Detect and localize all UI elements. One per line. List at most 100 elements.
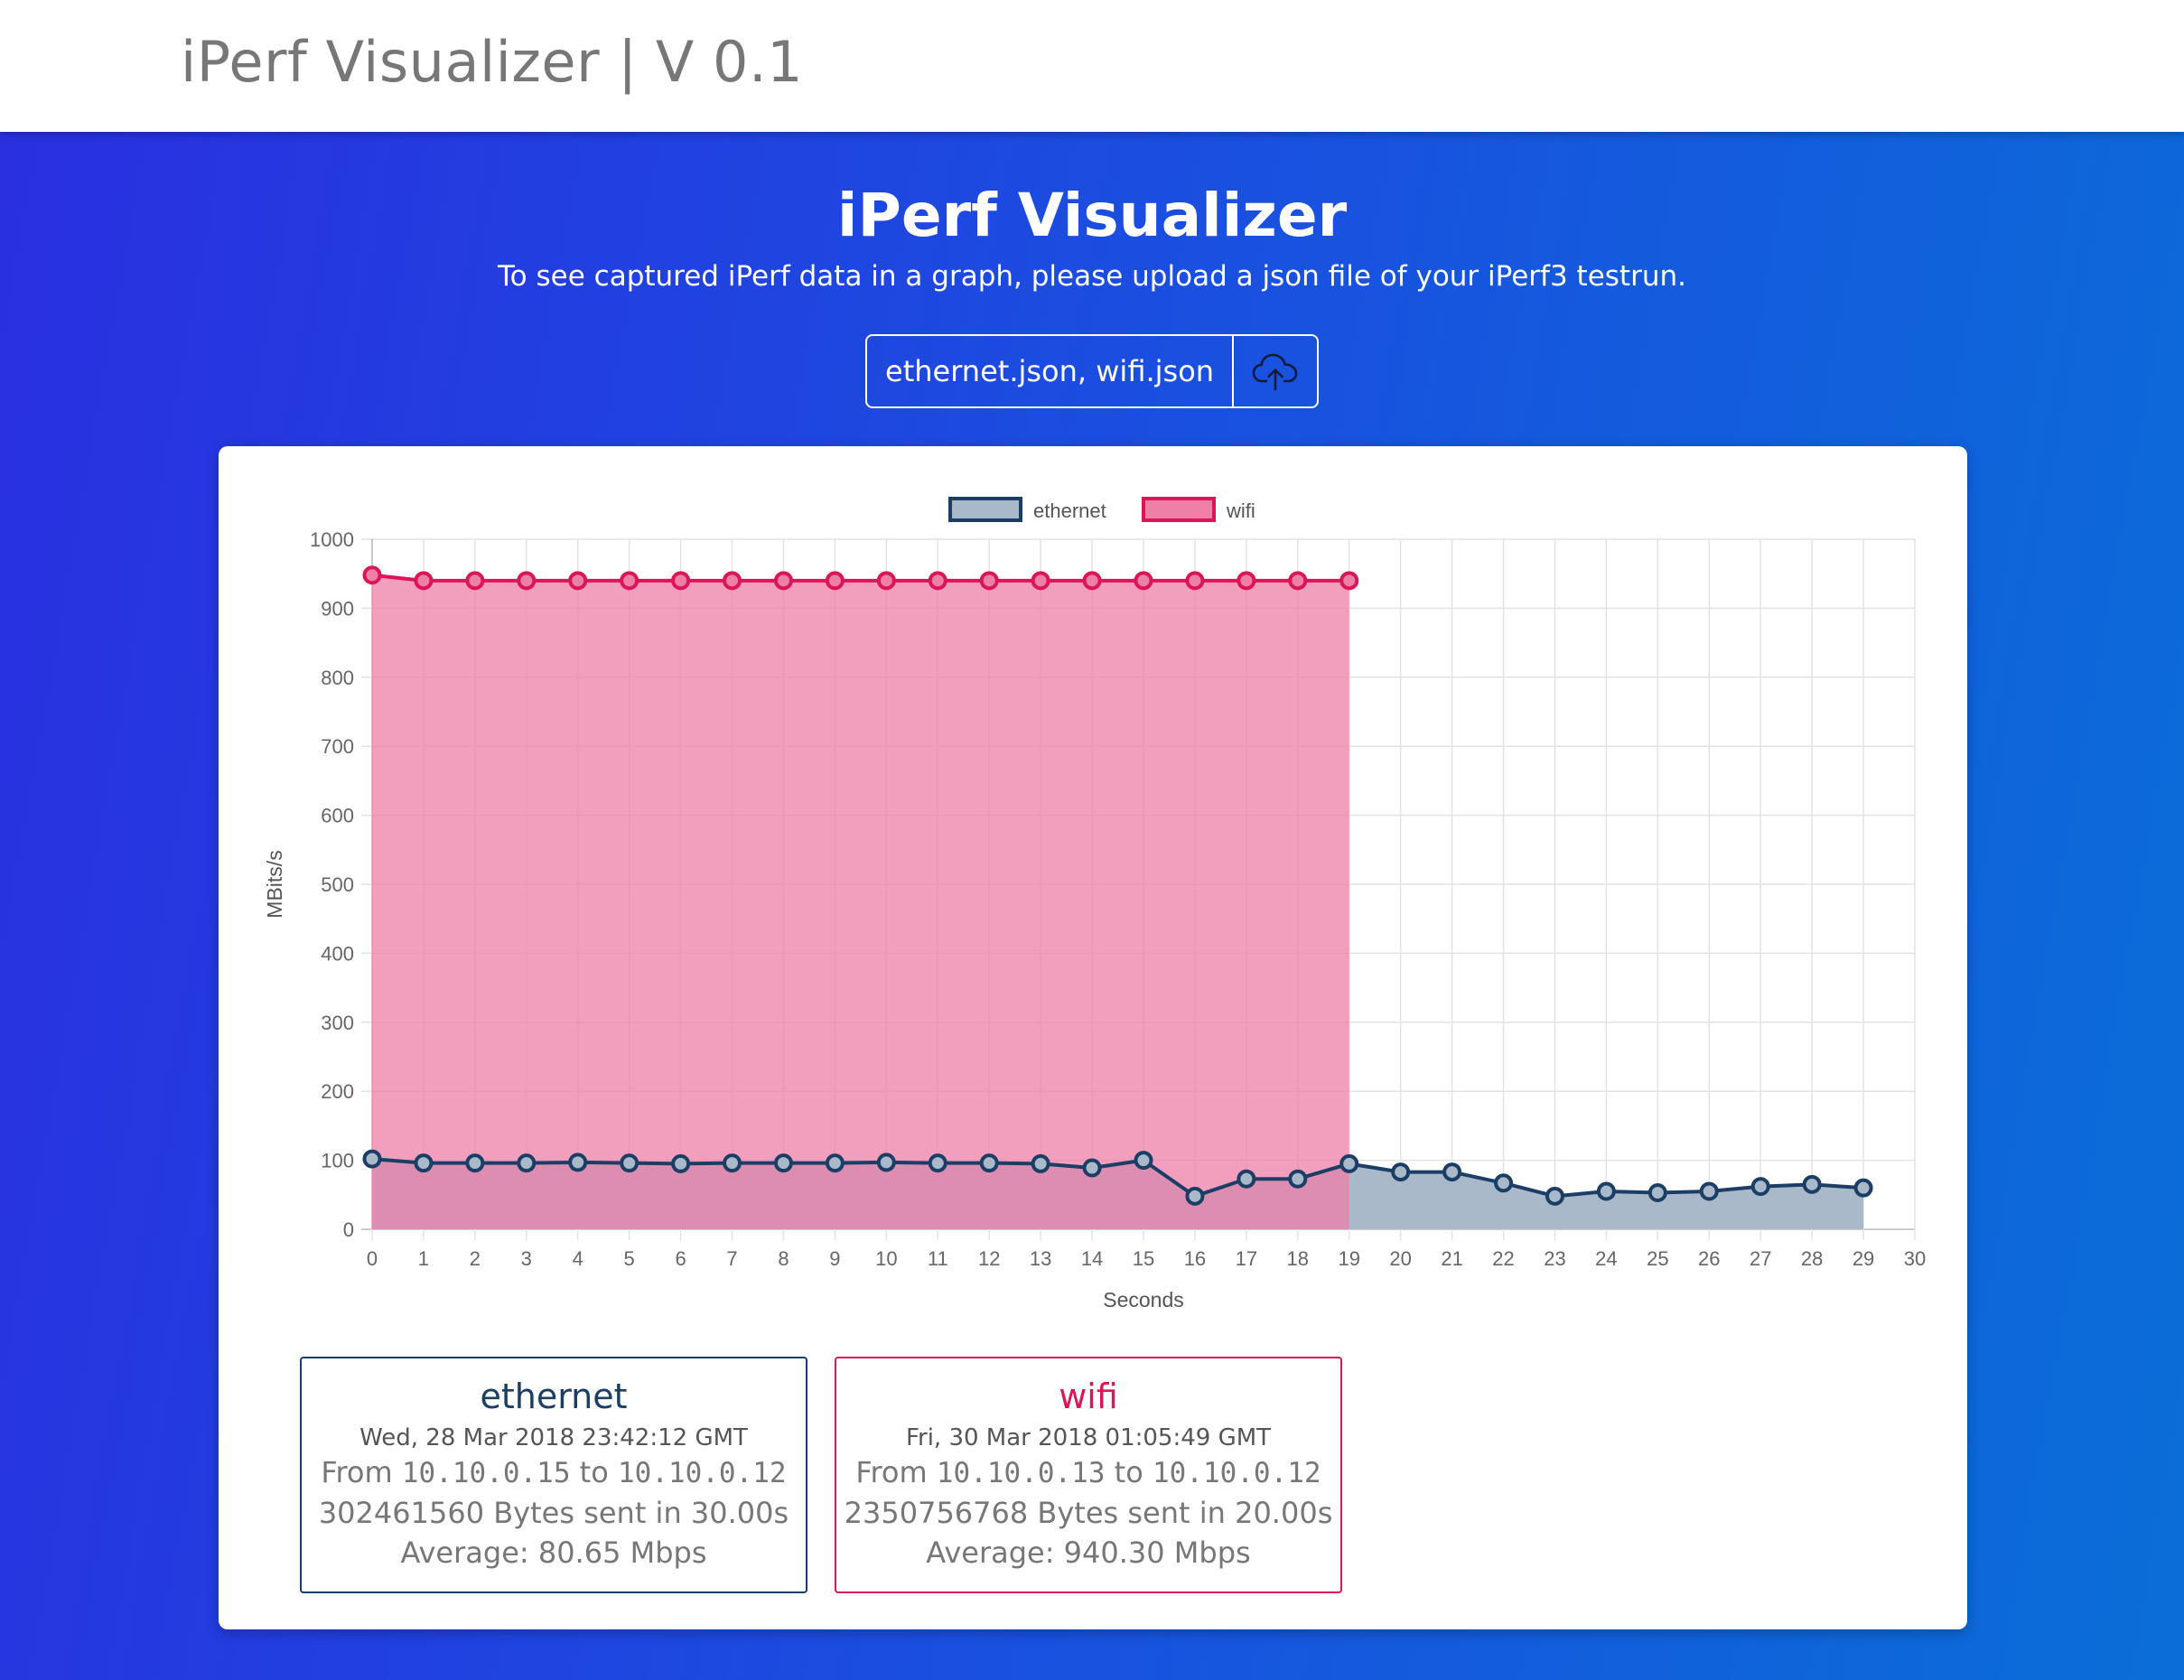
summary-to-label: to: [579, 1455, 609, 1489]
point-wifi: [773, 571, 793, 591]
x-tick-label: 9: [829, 1247, 840, 1270]
y-tick-label: 0: [343, 1218, 354, 1241]
point-wifi: [1339, 571, 1359, 591]
point-wifi: [1031, 571, 1050, 591]
y-tick-label: 200: [321, 1080, 354, 1103]
upload-button[interactable]: [1232, 336, 1317, 406]
point-ethernet: [825, 1153, 845, 1173]
summary-to-ip: 10.10.0.12: [617, 1457, 787, 1489]
point-ethernet: [1391, 1162, 1411, 1182]
point-wifi: [876, 571, 896, 591]
x-tick-label: 16: [1184, 1247, 1206, 1270]
point-ethernet: [928, 1153, 947, 1173]
summary-bytes: 302461560 Bytes sent in 30.00s: [318, 1496, 789, 1530]
x-tick-label: 3: [521, 1247, 532, 1270]
x-tick-label: 21: [1441, 1247, 1462, 1270]
summary-from-label: From: [321, 1455, 393, 1489]
x-tick-label: 15: [1133, 1247, 1154, 1270]
point-wifi: [465, 571, 485, 591]
summary-route: From 10.10.0.15 to 10.10.0.12: [302, 1452, 806, 1493]
point-ethernet: [1288, 1169, 1308, 1189]
x-tick-label: 25: [1647, 1247, 1668, 1270]
point-wifi: [723, 571, 742, 591]
file-upload[interactable]: ethernet.json, wifi.json: [865, 334, 1319, 408]
point-ethernet: [1750, 1177, 1770, 1197]
point-wifi: [414, 571, 434, 591]
y-tick-label: 700: [321, 735, 354, 758]
point-ethernet: [1031, 1153, 1050, 1173]
point-ethernet: [1339, 1153, 1359, 1173]
point-ethernet: [1082, 1158, 1102, 1178]
legend-item-wifi[interactable]: wifi: [1142, 497, 1255, 522]
point-wifi: [671, 571, 691, 591]
file-name-field[interactable]: ethernet.json, wifi.json: [867, 336, 1232, 406]
point-wifi: [825, 571, 845, 591]
page-title: iPerf Visualizer: [836, 181, 1348, 250]
summary-name: wifi: [1059, 1377, 1118, 1416]
point-ethernet: [1545, 1186, 1564, 1206]
legend-label: wifi: [1226, 499, 1255, 522]
point-ethernet: [1647, 1183, 1667, 1203]
navbar: iPerf Visualizer | V 0.1: [0, 0, 2184, 132]
point-ethernet: [1185, 1186, 1205, 1206]
summary-to-ip: 10.10.0.12: [1152, 1457, 1321, 1489]
x-tick-label: 24: [1595, 1247, 1617, 1270]
point-ethernet: [362, 1149, 382, 1169]
cloud-upload-icon: [1252, 353, 1298, 391]
y-tick-label: 300: [321, 1012, 354, 1034]
point-wifi: [517, 571, 537, 591]
area-wifi: [372, 574, 1349, 1229]
point-wifi: [1082, 571, 1102, 591]
summary-card-ethernet: ethernet Wed, 28 Mar 2018 23:42:12 GMT F…: [300, 1357, 807, 1593]
x-tick-label: 13: [1030, 1247, 1051, 1270]
y-tick-label: 600: [321, 805, 354, 827]
x-tick-label: 12: [978, 1247, 1000, 1270]
y-tick-label: 100: [321, 1150, 354, 1172]
x-tick-label: 19: [1338, 1247, 1359, 1270]
legend-swatch: [948, 497, 1022, 522]
page-subtitle: To see captured iPerf data in a graph, p…: [498, 260, 1686, 293]
legend-item-ethernet[interactable]: ethernet: [948, 497, 1106, 522]
summary-route: From 10.10.0.13 to 10.10.0.12: [836, 1452, 1340, 1493]
point-wifi: [1237, 571, 1256, 591]
point-wifi: [1134, 571, 1153, 591]
y-tick-label: 500: [321, 873, 354, 896]
point-ethernet: [876, 1153, 896, 1172]
x-tick-label: 30: [1904, 1247, 1926, 1270]
point-ethernet: [568, 1153, 588, 1172]
x-tick-label: 5: [624, 1247, 635, 1270]
summary-from-ip: 10.10.0.13: [936, 1457, 1106, 1489]
x-tick-label: 0: [367, 1247, 378, 1270]
point-ethernet: [517, 1153, 537, 1173]
legend-swatch: [1142, 497, 1216, 522]
x-tick-label: 7: [726, 1247, 737, 1270]
summary-date: Fri, 30 Mar 2018 01:05:49 GMT: [905, 1424, 1272, 1451]
x-tick-label: 20: [1389, 1247, 1411, 1270]
summary-to-label: to: [1114, 1455, 1143, 1489]
y-tick-label: 800: [321, 667, 354, 689]
point-ethernet: [979, 1153, 999, 1173]
point-wifi: [1185, 571, 1205, 591]
brand-title[interactable]: iPerf Visualizer | V 0.1: [181, 29, 803, 95]
y-tick-label: 1000: [310, 528, 354, 551]
x-tick-label: 29: [1853, 1247, 1874, 1270]
x-tick-label: 2: [470, 1247, 481, 1270]
x-tick-label: 6: [675, 1247, 686, 1270]
x-tick-label: 28: [1801, 1247, 1823, 1270]
point-ethernet: [1134, 1151, 1153, 1171]
summary-from-label: From: [855, 1455, 928, 1489]
summary-bytes: 2350756768 Bytes sent in 20.00s: [844, 1496, 1333, 1530]
point-ethernet: [723, 1153, 742, 1173]
x-tick-label: 10: [875, 1247, 897, 1270]
summary-date: Wed, 28 Mar 2018 23:42:12 GMT: [359, 1424, 748, 1451]
point-wifi: [979, 571, 999, 591]
throughput-chart: 010020030040050060070080090010000 1 2 3 4 5 6 7…: [263, 497, 1926, 1311]
summary-from-ip: 10.10.0.15: [401, 1457, 571, 1489]
point-ethernet: [773, 1153, 793, 1173]
summary-average: Average: 80.65 Mbps: [400, 1535, 707, 1570]
x-tick-label: 11: [928, 1247, 948, 1270]
x-tick-label: 18: [1287, 1247, 1309, 1270]
point-ethernet: [1442, 1162, 1462, 1182]
point-ethernet: [1237, 1169, 1256, 1189]
y-axis-title: MBits/s: [263, 850, 286, 918]
